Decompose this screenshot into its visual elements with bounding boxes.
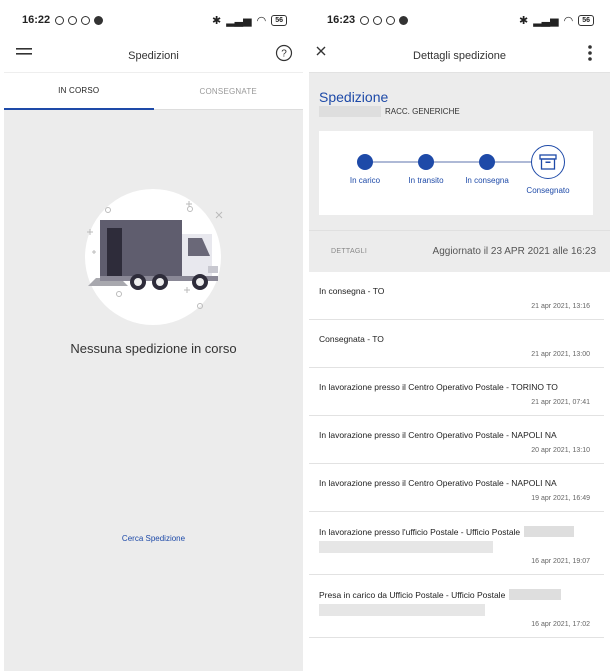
event-title: In lavorazione presso il Centro Operativ… xyxy=(319,430,557,440)
list-item: Presa in carico da Ufficio Postale - Uff… xyxy=(309,575,604,638)
list-item: Consegnata - TO 21 apr 2021, 13:00 xyxy=(309,320,604,368)
signal-icon: ▂▃▅ xyxy=(533,14,559,27)
alarm-icon xyxy=(68,15,78,25)
notification-icons xyxy=(55,15,104,25)
tab-delivered[interactable]: CONSEGNATE xyxy=(153,73,303,110)
progress-step-label: Consegnato xyxy=(526,186,570,195)
event-date: 21 apr 2021, 07:41 xyxy=(531,399,590,406)
event-title: In lavorazione presso il Centro Operativ… xyxy=(319,478,557,488)
event-title: Consegnata - TO xyxy=(319,334,384,344)
shipment-type: RACC. GENERICHE xyxy=(385,107,460,116)
event-title: In lavorazione presso il Centro Operativ… xyxy=(319,382,558,392)
progress-line xyxy=(365,161,545,163)
list-item: In lavorazione presso il Centro Operativ… xyxy=(309,464,604,512)
close-icon[interactable] xyxy=(315,45,327,60)
page-title: Dettagli spedizione xyxy=(413,50,506,62)
redacted-address xyxy=(319,541,493,553)
alarm-icon xyxy=(373,15,383,25)
redacted-tracking-code xyxy=(319,106,381,117)
event-date: 16 apr 2021, 17:02 xyxy=(531,621,590,628)
app-bar: Dettagli spedizione xyxy=(309,40,610,72)
details-label: DETTAGLI xyxy=(331,248,368,255)
tracking-progress: In carico In transito In consegna Conseg… xyxy=(319,131,593,215)
battery-icon: 56 xyxy=(578,14,594,26)
event-title-row: In lavorazione presso l'ufficio Postale … xyxy=(319,526,590,537)
redacted-address xyxy=(319,604,485,616)
battery-icon: 56 xyxy=(271,14,287,26)
wifi-icon: ◠ xyxy=(256,14,267,27)
progress-step-dot xyxy=(357,154,373,170)
event-title: In consegna - TO xyxy=(319,286,385,296)
list-item: In lavorazione presso il Centro Operativ… xyxy=(309,416,604,464)
tab-bar: IN CORSO CONSEGNATE xyxy=(4,72,303,110)
event-date: 20 apr 2021, 13:10 xyxy=(531,447,590,454)
event-title-row: Presa in carico da Ufficio Postale - Uff… xyxy=(319,589,590,600)
delivery-truck-illustration xyxy=(85,189,223,325)
page-title: Spedizioni xyxy=(128,50,179,62)
help-icon[interactable]: ? xyxy=(275,44,293,65)
signal-icon: ▂▃▅ xyxy=(226,14,252,27)
sync-icon xyxy=(360,15,370,25)
notification-icons xyxy=(360,15,409,25)
redacted-office-name xyxy=(524,526,575,537)
event-date: 21 apr 2021, 13:16 xyxy=(531,303,590,310)
progress-step-dot xyxy=(418,154,434,170)
event-title: Presa in carico da Ufficio Postale - Uff… xyxy=(319,589,506,600)
menu-icon[interactable] xyxy=(16,46,32,63)
shipments-screen: 16:22 ✱ ▂▃▅ ◠ 56 Spedizioni ? IN CORSO C… xyxy=(4,0,303,671)
svg-text:?: ? xyxy=(281,49,287,60)
event-date: 21 apr 2021, 13:00 xyxy=(531,351,590,358)
facebook-icon xyxy=(94,15,104,25)
progress-step-label: In consegna xyxy=(465,176,509,185)
progress-step-dot xyxy=(479,154,495,170)
event-date: 16 apr 2021, 19:07 xyxy=(531,558,590,565)
last-updated: Aggiornato il 23 APR 2021 alle 16:23 xyxy=(432,246,596,257)
event-date: 19 apr 2021, 16:49 xyxy=(531,495,590,502)
sync-icon xyxy=(55,15,65,25)
search-shipment-link[interactable]: Cerca Spedizione xyxy=(4,534,303,543)
whatsapp-icon xyxy=(81,15,91,25)
tab-in-progress[interactable]: IN CORSO xyxy=(4,73,154,110)
app-bar: Spedizioni ? xyxy=(4,40,303,72)
list-item: In consegna - TO 21 apr 2021, 13:16 xyxy=(309,272,604,320)
list-item: In lavorazione presso l'ufficio Postale … xyxy=(309,512,604,575)
shipment-title: Spedizione xyxy=(319,89,389,105)
empty-state-message: Nessuna spedizione in corso xyxy=(70,341,237,356)
redacted-office-name xyxy=(509,589,562,600)
more-options-icon[interactable] xyxy=(588,45,592,64)
shipment-header: Spedizione RACC. GENERICHE In carico In … xyxy=(309,72,610,230)
status-time: 16:23 xyxy=(327,14,356,26)
bluetooth-icon: ✱ xyxy=(211,14,222,27)
details-header: DETTAGLI Aggiornato il 23 APR 2021 alle … xyxy=(309,230,610,272)
status-time: 16:22 xyxy=(22,14,51,26)
wifi-icon: ◠ xyxy=(563,14,574,27)
event-title: In lavorazione presso l'ufficio Postale … xyxy=(319,526,521,537)
list-item: In lavorazione presso il Centro Operativ… xyxy=(309,368,604,416)
shipment-subtitle: RACC. GENERICHE xyxy=(319,106,460,117)
status-bar: 16:22 ✱ ▂▃▅ ◠ 56 xyxy=(4,0,303,40)
status-bar: 16:23 ✱ ▂▃▅ ◠ 56 xyxy=(309,0,610,40)
whatsapp-icon xyxy=(386,15,396,25)
bluetooth-icon: ✱ xyxy=(518,14,529,27)
delivered-box-icon xyxy=(531,145,565,179)
shipment-details-screen: 16:23 ✱ ▂▃▅ ◠ 56 Dettagli spedizione Spe… xyxy=(309,0,610,671)
tracking-events-list: In consegna - TO 21 apr 2021, 13:16 Cons… xyxy=(309,272,610,638)
facebook-icon xyxy=(399,15,409,25)
